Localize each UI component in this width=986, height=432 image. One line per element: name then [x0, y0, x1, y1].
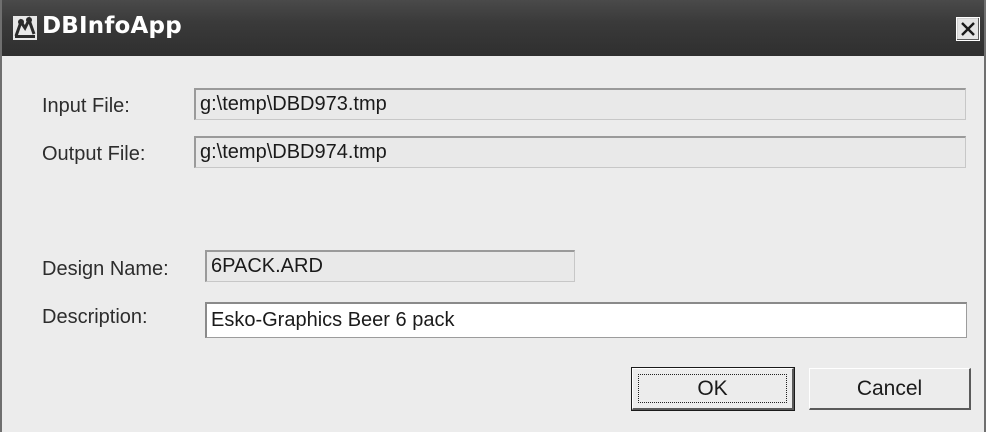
ok-button[interactable]: OK	[631, 367, 795, 411]
window-title: DBInfoApp	[42, 13, 182, 39]
cancel-button-label: Cancel	[856, 376, 923, 400]
input-file-field: g:\temp\DBD973.tmp	[194, 88, 966, 120]
design-name-field: 6PACK.ARD	[205, 250, 575, 282]
description-label: Description:	[42, 306, 148, 328]
description-input[interactable]: Esko-Graphics Beer 6 pack	[205, 302, 967, 338]
close-button[interactable]	[956, 17, 980, 41]
output-file-field: g:\temp\DBD974.tmp	[194, 136, 966, 168]
design-name-label: Design Name:	[42, 258, 169, 280]
app-icon	[13, 16, 37, 40]
cancel-button[interactable]: Cancel	[809, 368, 971, 410]
dialog-window: DBInfoApp Input File: g:\temp\DBD973.tmp…	[0, 0, 986, 432]
input-file-label: Input File:	[42, 95, 130, 117]
output-file-label: Output File:	[42, 143, 146, 165]
ok-button-label: OK	[697, 376, 728, 400]
title-bar[interactable]: DBInfoApp	[2, 0, 984, 56]
close-icon	[961, 22, 975, 36]
